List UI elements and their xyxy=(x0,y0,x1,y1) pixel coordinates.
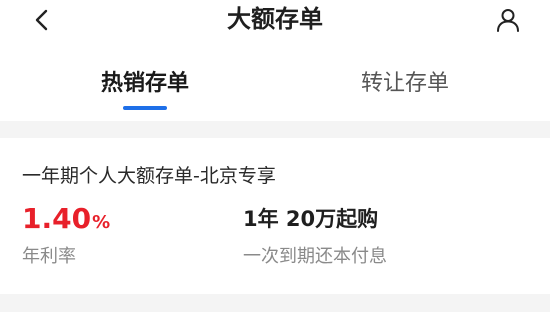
profile-button[interactable] xyxy=(494,6,522,34)
product-name: 一年期个人大额存单-北京专享 xyxy=(22,165,276,187)
tab-bar: 热销存单 转让存单 xyxy=(0,62,550,114)
header-bar: 大额存单 xyxy=(0,0,550,42)
interest-rate: 1.40% xyxy=(22,202,110,240)
active-tab-indicator xyxy=(123,106,167,110)
product-card[interactable]: 一年期个人大额存单-北京专享 1.40% 年利率 1年 20万起购 一次到期还本… xyxy=(0,138,550,294)
user-icon xyxy=(497,9,519,32)
section-divider xyxy=(0,121,550,138)
tab-hot-deposits[interactable]: 热销存单 xyxy=(90,68,200,108)
rate-label: 年利率 xyxy=(22,246,76,267)
back-button[interactable] xyxy=(28,6,56,34)
term-and-minimum: 1年 20万起购 xyxy=(243,207,379,231)
tab-transfer-deposits[interactable]: 转让存单 xyxy=(350,68,460,108)
repayment-method: 一次到期还本付息 xyxy=(243,246,387,267)
chevron-left-icon xyxy=(35,9,48,31)
page-title: 大额存单 xyxy=(227,5,323,33)
rate-unit: % xyxy=(92,212,111,233)
rate-value: 1.40 xyxy=(22,202,92,235)
section-divider-bottom xyxy=(0,294,550,312)
